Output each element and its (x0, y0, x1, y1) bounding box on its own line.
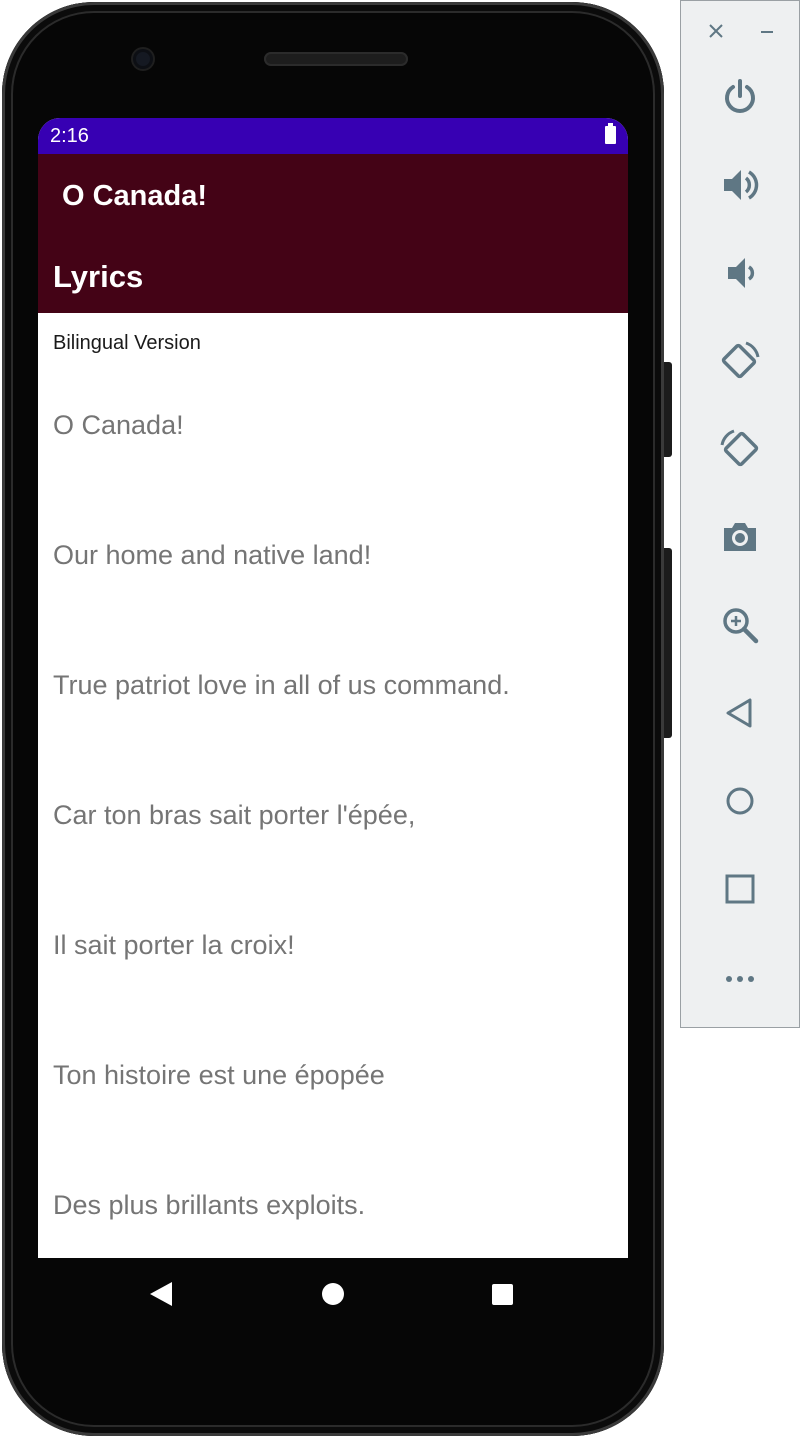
lyric-line: Il sait porter la croix! (53, 930, 295, 960)
lyric-line: O Canada! (53, 410, 184, 440)
device-screen: 2:16 O Canada! Lyrics Bilingual Version … (38, 118, 628, 1258)
volume-up-icon[interactable] (718, 163, 762, 207)
more-icon[interactable] (718, 955, 762, 999)
power-icon[interactable] (718, 75, 762, 119)
side-button-volume (664, 548, 672, 738)
zoom-icon[interactable] (718, 603, 762, 647)
overview-icon[interactable] (718, 867, 762, 911)
battery-icon (605, 123, 616, 144)
app-bar: O Canada! Lyrics (38, 154, 628, 313)
emulator-toolbar (680, 0, 800, 1028)
close-icon[interactable] (704, 19, 728, 43)
minimize-icon[interactable] (755, 19, 779, 43)
lyric-line: Ton histoire est une épopée (53, 1060, 385, 1090)
status-time: 2:16 (50, 125, 89, 147)
lyric-line: True patriot love in all of us command. (53, 670, 510, 700)
side-button-power (664, 362, 672, 457)
earpiece-speaker (264, 52, 408, 66)
volume-down-icon[interactable] (718, 251, 762, 295)
rotate-right-icon[interactable] (718, 427, 762, 471)
home-icon[interactable] (718, 779, 762, 823)
lyric-line: Des plus brillants exploits. (53, 1190, 366, 1220)
status-bar: 2:16 (38, 118, 628, 154)
front-camera (133, 49, 153, 69)
app-title: O Canada! (62, 180, 208, 212)
version-label: Bilingual Version (53, 332, 201, 354)
nav-recents-button[interactable] (492, 1284, 513, 1305)
back-icon[interactable] (718, 691, 762, 735)
nav-home-button[interactable] (322, 1283, 344, 1305)
camera-icon[interactable] (718, 515, 762, 559)
lyric-line: Car ton bras sait porter l'épée, (53, 800, 416, 830)
section-title: Lyrics (53, 259, 144, 294)
nav-back-button[interactable] (150, 1282, 172, 1306)
lyric-line: Our home and native land! (53, 540, 372, 570)
rotate-left-icon[interactable] (718, 339, 762, 383)
